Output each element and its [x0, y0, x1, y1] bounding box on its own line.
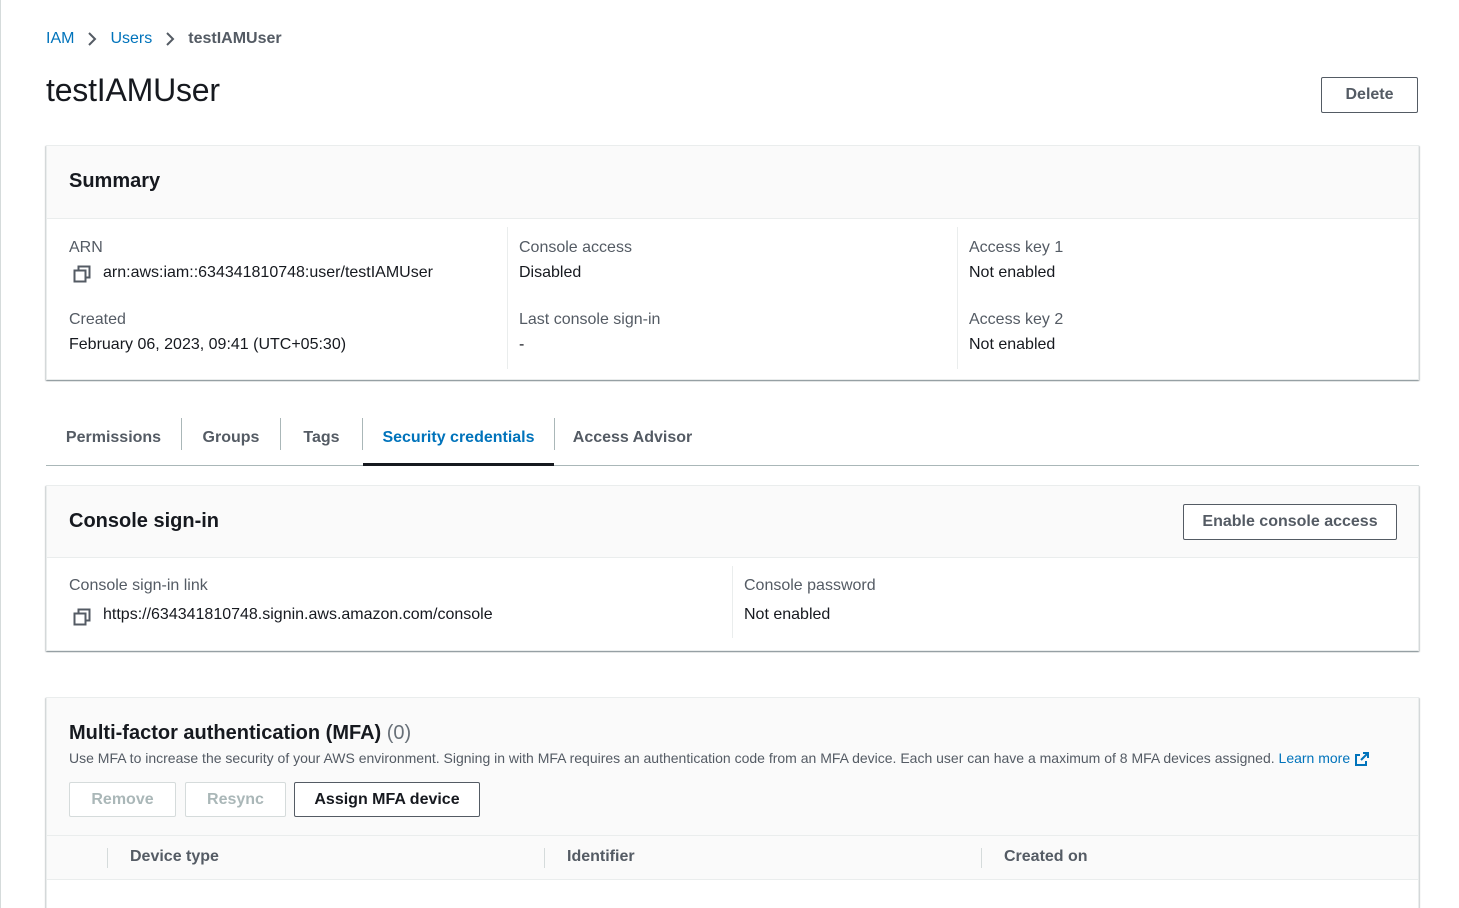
- tab-tags[interactable]: Tags: [281, 410, 362, 465]
- learn-more-link[interactable]: Learn more: [1279, 750, 1351, 766]
- console-access-value: Disabled: [519, 264, 582, 281]
- created-label: Created: [69, 311, 126, 328]
- arn-label: ARN: [69, 239, 103, 256]
- summary-divider: [507, 227, 508, 369]
- access-key1-value: Not enabled: [969, 264, 1056, 281]
- breadcrumb-iam[interactable]: IAM: [46, 30, 74, 48]
- enable-console-access-button[interactable]: Enable console access: [1183, 504, 1397, 540]
- console-password-label: Console password: [744, 577, 876, 594]
- console-signin-header: Console sign-in Enable console access: [47, 486, 1418, 558]
- external-link-icon[interactable]: [1354, 751, 1370, 767]
- access-key1-label: Access key 1: [969, 239, 1064, 256]
- console-signin-body: Console sign-in link https://63434181074…: [47, 558, 1418, 651]
- assign-mfa-device-button[interactable]: Assign MFA device: [294, 782, 480, 817]
- console-password-value: Not enabled: [744, 606, 831, 623]
- breadcrumb-current: testIAMUser: [188, 30, 282, 47]
- resync-button[interactable]: Resync: [185, 782, 286, 817]
- access-key2-value: Not enabled: [969, 336, 1056, 353]
- copy-icon[interactable]: [73, 608, 91, 626]
- summary-header: Summary: [47, 146, 1418, 219]
- last-signin-label: Last console sign-in: [519, 311, 661, 328]
- summary-panel: Summary ARN arn:aws:iam::634341810748:us…: [46, 145, 1419, 380]
- delete-button[interactable]: Delete: [1321, 77, 1418, 113]
- tab-groups[interactable]: Groups: [182, 410, 280, 465]
- last-signin-value: -: [519, 336, 525, 353]
- mfa-title-text: Multi-factor authentication (MFA): [69, 722, 382, 744]
- tab-access-advisor[interactable]: Access Advisor: [555, 410, 710, 465]
- summary-divider: [957, 227, 958, 369]
- mfa-title: Multi-factor authentication (MFA) (0): [69, 722, 411, 745]
- mfa-count: (0): [386, 722, 412, 744]
- summary-body: ARN arn:aws:iam::634341810748:user/testI…: [47, 219, 1418, 380]
- console-divider: [732, 566, 733, 638]
- column-created-on[interactable]: Created on: [1004, 848, 1088, 866]
- signin-link-label: Console sign-in link: [69, 577, 208, 594]
- summary-title: Summary: [69, 170, 161, 192]
- console-access-label: Console access: [519, 239, 632, 256]
- column-divider: [981, 848, 982, 868]
- console-signin-title: Console sign-in: [69, 510, 219, 532]
- tab-security-credentials[interactable]: Security credentials: [363, 410, 554, 466]
- breadcrumb: IAM Users testIAMUser: [46, 28, 282, 50]
- summary-col-1: ARN arn:aws:iam::634341810748:user/testI…: [69, 219, 499, 369]
- mfa-description-text: Use MFA to increase the security of your…: [69, 750, 1275, 766]
- mfa-panel: Multi-factor authentication (MFA) (0) Us…: [46, 697, 1419, 908]
- mfa-table-header: Device type Identifier Created on: [47, 835, 1418, 880]
- summary-col-3: Access key 1 Not enabled Access key 2 No…: [969, 219, 1399, 369]
- mfa-table-body: [47, 880, 1418, 908]
- chevron-right-icon: [152, 28, 188, 50]
- column-divider: [544, 848, 545, 868]
- console-signin-panel: Console sign-in Enable console access Co…: [46, 485, 1419, 651]
- page-title: testIAMUser: [46, 72, 220, 108]
- summary-col-2: Console access Disabled Last console sig…: [519, 219, 949, 369]
- mfa-description: Use MFA to increase the security of your…: [69, 750, 1370, 767]
- iam-user-page: IAM Users testIAMUser testIAMUser Delete…: [0, 0, 1459, 908]
- column-identifier[interactable]: Identifier: [567, 848, 635, 866]
- tab-bar: Permissions Groups Tags Security credent…: [46, 410, 1419, 466]
- signin-link-value[interactable]: https://634341810748.signin.aws.amazon.c…: [103, 606, 493, 624]
- access-key2-label: Access key 2: [969, 311, 1064, 328]
- arn-value: arn:aws:iam::634341810748:user/testIAMUs…: [103, 264, 433, 281]
- breadcrumb-users[interactable]: Users: [110, 30, 152, 48]
- created-value: February 06, 2023, 09:41 (UTC+05:30): [69, 336, 347, 353]
- chevron-right-icon: [74, 28, 110, 50]
- copy-icon[interactable]: [73, 265, 91, 283]
- column-device-type[interactable]: Device type: [130, 848, 219, 866]
- remove-button[interactable]: Remove: [69, 782, 176, 817]
- tab-permissions[interactable]: Permissions: [46, 410, 181, 465]
- column-divider: [107, 848, 108, 868]
